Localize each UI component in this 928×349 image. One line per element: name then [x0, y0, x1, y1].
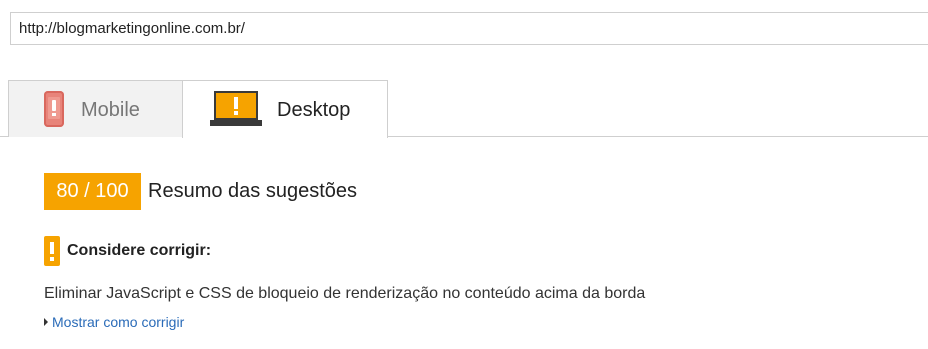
laptop-warning-icon: [210, 91, 262, 127]
rule-description: Eliminar JavaScript e CSS de bloqueio de…: [44, 285, 646, 302]
url-input[interactable]: http://blogmarketingonline.com.br/: [10, 12, 928, 45]
device-tabs: Mobile Desktop: [0, 80, 928, 138]
expand-arrow-icon: [44, 318, 48, 326]
show-fix-link-label: Mostrar como corrigir: [52, 314, 185, 330]
url-text: http://blogmarketingonline.com.br/: [19, 20, 245, 37]
score-badge: 80 / 100: [44, 173, 141, 210]
show-fix-link[interactable]: Mostrar como corrigir: [44, 314, 184, 330]
tab-mobile[interactable]: Mobile: [8, 80, 183, 137]
warning-label: Considere corrigir:: [67, 242, 212, 259]
mobile-phone-warning-icon: [44, 91, 64, 127]
summary-title: Resumo das sugestões: [148, 180, 358, 202]
exclamation-warning-icon: [44, 236, 60, 266]
tab-desktop[interactable]: Desktop: [182, 80, 388, 138]
tab-mobile-label: Mobile: [81, 99, 140, 121]
tab-desktop-label: Desktop: [277, 99, 351, 121]
